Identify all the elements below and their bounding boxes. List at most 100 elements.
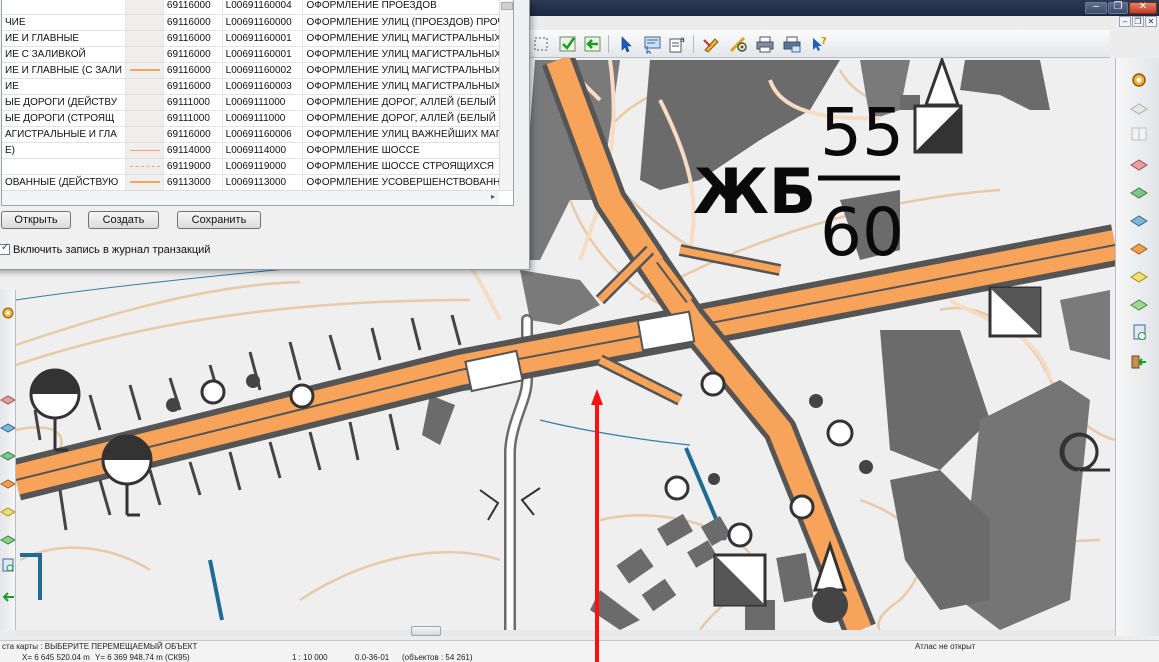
line-swatch-cell: [125, 110, 164, 127]
maximize-window-button[interactable]: ❐: [1108, 1, 1128, 14]
mdi-close-button[interactable]: ✕: [1145, 16, 1157, 27]
line-swatch-cell: [125, 46, 164, 63]
settings-button[interactable]: [1128, 70, 1150, 90]
line-style-swatch: [129, 69, 160, 71]
exit-icon: [2, 592, 14, 602]
left-layer-button[interactable]: [0, 418, 17, 436]
create-button[interactable]: Создать: [88, 211, 159, 229]
layer-red-button[interactable]: [1128, 154, 1150, 174]
table-row[interactable]: ЧИЕ 69116000 L00691160000 ОФОРМЛЕНИЕ УЛИЦ (…: [2, 14, 513, 31]
clipboard-button[interactable]: [1128, 322, 1150, 342]
style-key-cell: L00691160001: [222, 30, 304, 47]
help-cursor-icon: ?: [813, 36, 827, 51]
layer-yellow-button[interactable]: [1128, 266, 1150, 286]
line-swatch-cell: [125, 94, 164, 111]
scrollbar-thumb[interactable]: [501, 2, 513, 10]
back-tool[interactable]: [582, 33, 604, 55]
left-layer-button[interactable]: [0, 446, 17, 464]
confirm-tool[interactable]: [557, 33, 579, 55]
grid-button[interactable]: [1128, 124, 1150, 144]
mdi-restore-button[interactable]: ❐: [1132, 16, 1144, 27]
exit-button[interactable]: [1128, 352, 1150, 372]
journal-checkbox[interactable]: [0, 242, 10, 255]
pointer-tool[interactable]: [614, 33, 636, 55]
map-scale: 1 : 10 000: [292, 653, 328, 662]
table-row[interactable]: АГИСТРАЛЬНЫЕ И ГЛА 69116000 L00691160006 ОФ…: [2, 126, 513, 143]
style-name-cell: [2, 158, 126, 175]
layer-orange-button[interactable]: [1128, 238, 1150, 258]
style-key-cell: L0069113000: [222, 174, 304, 191]
table-row[interactable]: ИЕ И ГЛАВНЫЕ 69116000 L00691160001 ОФОРМЛЕН…: [2, 30, 513, 47]
close-window-button[interactable]: ✕: [1129, 1, 1157, 14]
left-layer-button[interactable]: [0, 390, 17, 408]
table-row[interactable]: Е) 69114000 L0069114000 ОФОРМЛЕНИЕ ШОССЕ: [2, 142, 513, 159]
left-exit-button[interactable]: [0, 588, 15, 606]
left-clipboard-button[interactable]: [0, 556, 15, 574]
style-code-cell: 69113000: [163, 174, 223, 191]
styles-table[interactable]: 69116000 L00691160004 ОФОРМЛЕНИЕ ПРОЕЗДОВ Ч…: [1, 0, 514, 206]
help-tool[interactable]: ?: [808, 33, 830, 55]
style-code-cell: 69119000: [163, 158, 223, 175]
style-description-cell: ОФОРМЛЕНИЕ УЛИЦ МАГИСТРАЛЬНЫХ И: [302, 30, 513, 47]
style-description-cell: ОФОРМЛЕНИЕ ДОРОГ, АЛЛЕЙ (БЕЛЫЙ 0.: [302, 110, 513, 127]
place-marker-tool[interactable]: [727, 33, 749, 55]
style-description-cell: ОФОРМЛЕНИЕ УЛИЦ (ПРОЕЗДОВ) ПРОЧИ: [302, 14, 513, 31]
table-row[interactable]: ЫЕ ДОРОГИ (СТРОЯЩ 69111000 L0069111000 ОФОР…: [2, 110, 513, 127]
style-key-cell: L00691160006: [222, 126, 304, 143]
gis-application-window: – ❐ ✕ – ❐ ✕ a ? ЖБ 55 60 ста карты: ВЫБ…: [0, 0, 1159, 662]
style-name-cell: Е): [2, 142, 126, 159]
table-row[interactable]: 69116000 L00691160004 ОФОРМЛЕНИЕ ПРОЕЗДОВ: [2, 0, 513, 15]
styles-grid: 69116000 L00691160004 ОФОРМЛЕНИЕ ПРОЕЗДОВ Ч…: [2, 0, 513, 191]
layer-icon: [1130, 215, 1148, 227]
line-style-swatch: [129, 149, 160, 151]
status-atlas-text: Атлас не открыт: [915, 642, 976, 651]
table-row[interactable]: ОВАННЫЕ (ДЕЙСТВУЮ 69113000 L0069113000 ОФОР…: [2, 174, 513, 191]
style-description-cell: ОФОРМЛЕНИЕ ДОРОГ, АЛЛЕЙ (БЕЛЫЙ 0.: [302, 94, 513, 111]
table-row[interactable]: ИЕ 69116000 L00691160003 ОФОРМЛЕНИЕ УЛИЦ МА…: [2, 78, 513, 95]
scrollbar-thumb[interactable]: [411, 626, 441, 636]
scroll-right-arrow-icon[interactable]: ▸: [491, 192, 495, 201]
layer-green-button[interactable]: [1128, 182, 1150, 202]
status-row-top: ста карты : ВЫБЕРИТЕ ПЕРЕМЕЩАЕМЫЙ ОБЪЕКТ…: [0, 641, 1159, 652]
save-button[interactable]: Сохранить: [177, 211, 261, 229]
table-vertical-scrollbar[interactable]: [499, 0, 513, 190]
open-button[interactable]: Открыть: [1, 211, 71, 229]
coordinate-x: X= 6 645 520.04 m: [22, 653, 90, 662]
print-tool[interactable]: [754, 33, 776, 55]
style-name-cell: ОВАННЫЕ (ДЕЙСТВУЮ: [2, 174, 126, 191]
select-frame-tool[interactable]: [530, 33, 552, 55]
layer-blue-button[interactable]: [1128, 210, 1150, 230]
left-layer-button[interactable]: [0, 502, 17, 520]
check-icon: [559, 36, 576, 52]
road-label-letters: ЖБ: [693, 155, 816, 228]
attributes-tool[interactable]: a: [666, 33, 688, 55]
style-description-cell: ОФОРМЛЕНИЕ УЛИЦ МАГИСТРАЛЬНЫХ И: [302, 46, 513, 63]
map-horizontal-scrollbar[interactable]: [16, 626, 1115, 636]
map-marker-icon: [729, 36, 747, 53]
journal-checkbox-row[interactable]: Включить запись в журнал транзакций: [0, 242, 210, 256]
style-key-cell: L0069119000: [222, 158, 304, 175]
edit-object-tool[interactable]: [700, 33, 722, 55]
table-row[interactable]: ИЕ С ЗАЛИВКОЙ 69116000 L00691160001 ОФОРМЛЕ…: [2, 46, 513, 63]
minimize-window-button[interactable]: –: [1085, 1, 1107, 14]
table-row[interactable]: ЫЕ ДОРОГИ (ДЕЙСТВУ 69111000 L0069111000 ОФО…: [2, 94, 513, 111]
table-row[interactable]: 69119000 L0069119000 ОФОРМЛЕНИЕ ШОССЕ СТРО…: [2, 158, 513, 175]
left-settings-button[interactable]: [0, 304, 15, 322]
svg-text:a: a: [680, 35, 685, 44]
line-style-swatch: [129, 181, 160, 183]
mdi-minimize-button[interactable]: –: [1119, 16, 1131, 27]
print-setup-tool[interactable]: [781, 33, 803, 55]
layer-lightgreen-button[interactable]: [1128, 294, 1150, 314]
table-horizontal-scrollbar[interactable]: ▸: [2, 190, 499, 205]
style-code-cell: 69114000: [163, 142, 223, 159]
left-layer-button[interactable]: [0, 474, 17, 492]
style-code-cell: 69111000: [163, 94, 223, 111]
table-row[interactable]: ИЕ И ГЛАВНЫЕ (С ЗАЛИ 69116000 L00691160002…: [2, 62, 513, 79]
style-name-cell: ИЕ И ГЛАВНЫЕ: [2, 30, 126, 47]
printer-icon: [756, 36, 774, 53]
close-icon: ✕: [1138, 1, 1148, 12]
left-layer-button[interactable]: [0, 530, 17, 548]
coordinate-y: Y= 6 369 948.74 m (СК95): [95, 653, 190, 662]
object-info-tool[interactable]: [641, 33, 663, 55]
layer-visibility-button[interactable]: [1128, 98, 1150, 118]
